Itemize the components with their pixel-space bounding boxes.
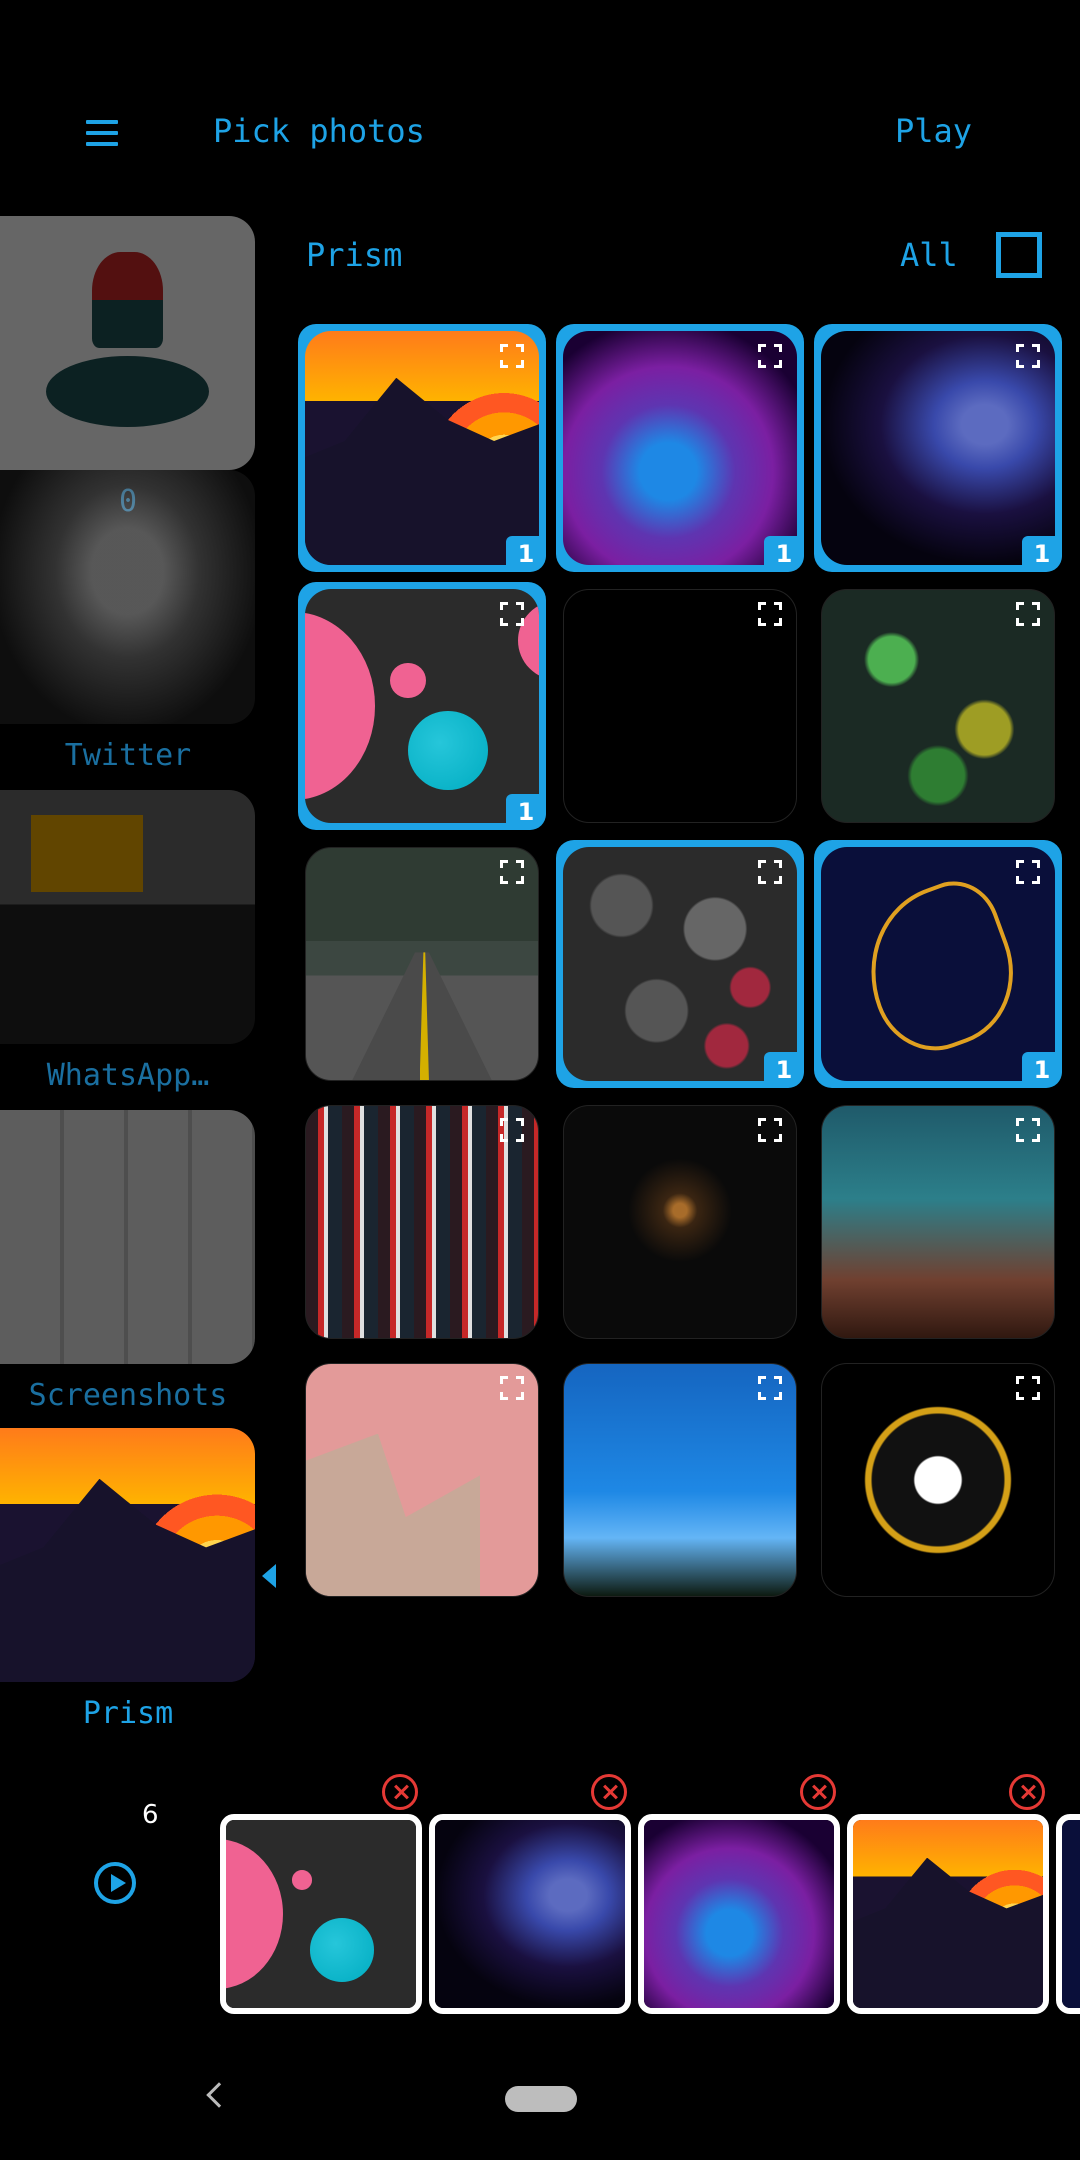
selection-count-badge: 1: [506, 794, 546, 830]
photo-cell[interactable]: 1: [556, 840, 804, 1088]
expand-icon[interactable]: [1016, 1118, 1040, 1142]
remove-icon[interactable]: [800, 1774, 836, 1810]
expand-icon[interactable]: [500, 344, 524, 368]
expand-icon[interactable]: [758, 602, 782, 626]
expand-icon[interactable]: [500, 1118, 524, 1142]
strip-item[interactable]: [847, 1814, 1049, 2014]
select-all-label[interactable]: All: [900, 236, 958, 274]
album-title: Prism: [306, 236, 403, 274]
photo-cell[interactable]: [814, 1356, 1062, 1604]
remove-icon[interactable]: [1009, 1774, 1045, 1810]
album-item-prism[interactable]: Prism: [0, 1428, 256, 1731]
selection-count-badge: 1: [506, 536, 546, 572]
play-circle-icon[interactable]: [94, 1862, 136, 1904]
expand-icon[interactable]: [1016, 344, 1040, 368]
album-label: Prism: [82, 1696, 174, 1731]
top-bar: Pick photos Play: [0, 0, 1080, 210]
page-title: Pick photos: [213, 112, 425, 150]
expand-icon[interactable]: [1016, 860, 1040, 884]
strip-item[interactable]: [1056, 1814, 1080, 2014]
photo-cell[interactable]: 1: [556, 324, 804, 572]
album-item-whatsapp[interactable]: WhatsApp…: [0, 790, 256, 1093]
expand-icon[interactable]: [500, 602, 524, 626]
selection-count-badge: 1: [764, 1052, 804, 1088]
photo-cell[interactable]: [556, 1098, 804, 1346]
strip-item[interactable]: [638, 1814, 840, 2014]
expand-icon[interactable]: [500, 1376, 524, 1400]
back-icon[interactable]: [206, 2082, 232, 2108]
expand-icon[interactable]: [758, 344, 782, 368]
selected-count: 6: [142, 1800, 159, 1830]
selection-count-badge: 1: [1022, 536, 1062, 572]
photo-cell[interactable]: [556, 582, 804, 830]
active-album-pointer-icon: [262, 1564, 276, 1588]
home-pill-icon[interactable]: [505, 2086, 577, 2112]
photo-cell[interactable]: 1: [298, 582, 546, 830]
strip-thumbnail: [853, 1820, 1043, 2008]
selected-strip[interactable]: [220, 1774, 1080, 2014]
remove-icon[interactable]: [382, 1774, 418, 1810]
menu-icon[interactable]: [86, 120, 118, 146]
strip-thumbnail: [435, 1820, 625, 2008]
strip-item[interactable]: [429, 1814, 631, 2014]
photo-cell[interactable]: [298, 840, 546, 1088]
album-label: Screenshots: [28, 1378, 228, 1413]
expand-icon[interactable]: [1016, 1376, 1040, 1400]
photo-cell[interactable]: 1: [298, 324, 546, 572]
expand-icon[interactable]: [1016, 602, 1040, 626]
play-button[interactable]: Play: [895, 112, 972, 150]
album-thumbnail: [0, 790, 255, 1044]
select-all-checkbox[interactable]: [996, 232, 1042, 278]
strip-thumbnail: [644, 1820, 834, 2008]
photo-cell[interactable]: [814, 582, 1062, 830]
album-thumbnail: [0, 1110, 255, 1364]
selection-count-badge: 1: [1022, 1052, 1062, 1088]
strip-thumbnail: [1062, 1820, 1080, 2008]
photo-cell[interactable]: 1: [814, 840, 1062, 1088]
album-thumbnail: [0, 216, 255, 470]
album-thumbnail: [0, 1428, 255, 1682]
selection-count-badge: 1: [764, 536, 804, 572]
photo-cell[interactable]: 1: [814, 324, 1062, 572]
album-thumbnail: [0, 470, 255, 724]
expand-icon[interactable]: [758, 860, 782, 884]
album-label: WhatsApp…: [46, 1058, 210, 1093]
expand-icon[interactable]: [758, 1118, 782, 1142]
photo-cell[interactable]: [814, 1098, 1062, 1346]
remove-icon[interactable]: [591, 1774, 627, 1810]
photo-cell[interactable]: [298, 1098, 546, 1346]
expand-icon[interactable]: [758, 1376, 782, 1400]
album-item-screenshots[interactable]: Screenshots: [0, 1110, 256, 1413]
photo-cell[interactable]: [298, 1356, 546, 1604]
photo-cell[interactable]: [556, 1356, 804, 1604]
album-item-twitter[interactable]: Twitter: [0, 470, 256, 773]
strip-item[interactable]: [220, 1814, 422, 2014]
strip-thumbnail: [226, 1820, 416, 2008]
album-sidebar[interactable]: 0 Twitter WhatsApp… Screenshots Prism: [0, 216, 256, 1746]
expand-icon[interactable]: [500, 860, 524, 884]
album-label: Twitter: [64, 738, 192, 773]
